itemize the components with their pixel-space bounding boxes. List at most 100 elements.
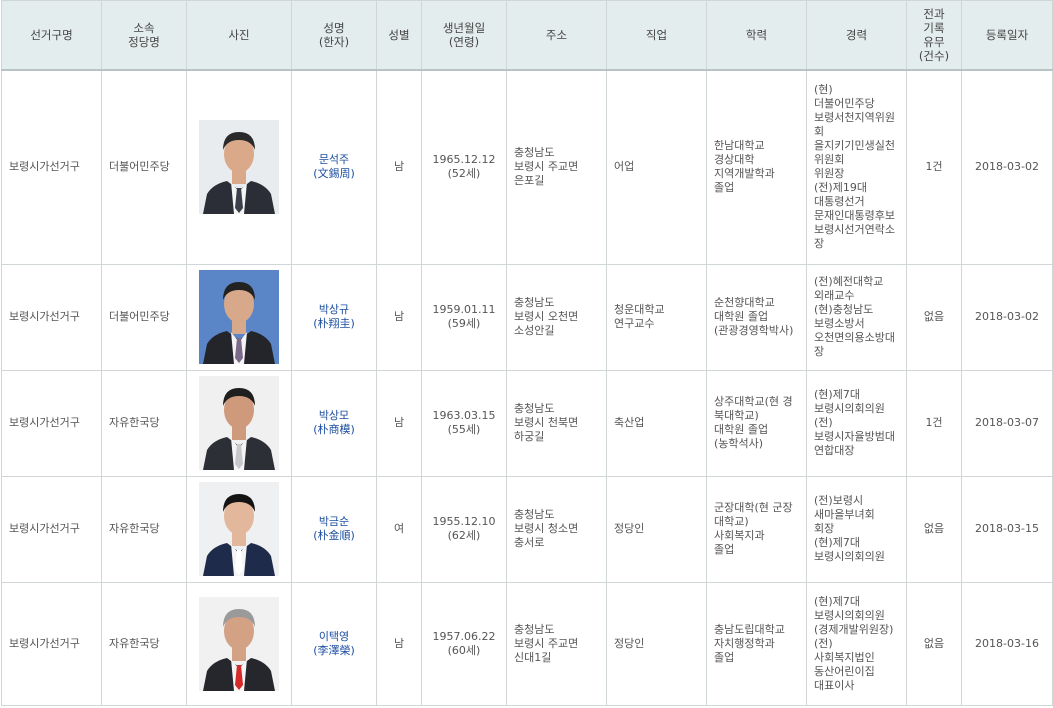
header-photo: 사진 — [186, 0, 292, 71]
portrait-image — [199, 482, 279, 576]
candidate-age: (59세) — [447, 317, 481, 330]
job-cell: 정당인 — [606, 475, 707, 583]
header-district: 선거구명 — [1, 0, 102, 71]
regdate-cell: 2018-03-15 — [961, 475, 1053, 583]
district-cell: 보령시가선거구 — [1, 369, 102, 477]
candidate-hanja[interactable]: (朴金順) — [299, 529, 369, 543]
header-party: 소속 정당명 — [101, 0, 187, 71]
party-cell: 자유한국당 — [101, 475, 187, 583]
career-cell: (현)제7대 보령시의회의원 (전) 보령시자율방범대 연합대장 — [806, 369, 907, 477]
candidate-photo[interactable] — [199, 120, 279, 215]
candidate-age: (60세) — [447, 643, 481, 657]
record-cell: 1건 — [906, 69, 962, 265]
name-cell[interactable]: 문석주 (文錫周) — [291, 69, 377, 265]
education-cell: 충남도립대학교 자치행정학과 졸업 — [706, 581, 807, 706]
gender-cell: 남 — [376, 369, 422, 477]
candidate-hanja[interactable]: (文錫周) — [299, 167, 369, 181]
table-row: 보령시가선거구 자유한국당 이택영 (李澤榮) 남 1957.06.22 (60… — [1, 581, 1053, 706]
job-cell: 어업 — [606, 69, 707, 265]
career-cell: (현) 더불어민주당 보령서천지역위원회 을지키기민생실천위원회 위원장 (전)제19대 대… — [806, 69, 907, 265]
education-cell: 한남대학교 경상대학 지역개발학과 졸업 — [706, 69, 807, 265]
name-cell[interactable]: 박상모 (朴商模) — [291, 369, 377, 477]
job-cell: 청운대학교 연구교수 — [606, 263, 707, 371]
birth-cell: 1955.12.10 (62세) — [421, 475, 507, 583]
table-row: 보령시가선거구 더불어민주당 문석주 (文錫周) 남 1965.12.12 (5… — [1, 69, 1053, 265]
district-cell: 보령시가선거구 — [1, 581, 102, 706]
gender-cell: 여 — [376, 475, 422, 583]
candidate-name[interactable]: 박상규 — [299, 303, 369, 317]
header-regdate: 등록일자 — [961, 0, 1053, 71]
birth-cell: 1963.03.15 (55세) — [421, 369, 507, 477]
district-cell: 보령시가선거구 — [1, 475, 102, 583]
record-cell: 1건 — [906, 369, 962, 477]
party-cell: 자유한국당 — [101, 369, 187, 477]
party-cell: 더불어민주당 — [101, 69, 187, 265]
career-cell: (전)보령시 새마을부녀회 회장 (현)제7대 보령시의회의원 — [806, 475, 907, 583]
party-cell: 더불어민주당 — [101, 263, 187, 371]
record-cell: 없음 — [906, 263, 962, 371]
header-address: 주소 — [506, 0, 607, 71]
birth-date: 1965.12.12 — [432, 153, 496, 167]
birth-date: 1959.01.11 — [432, 303, 496, 316]
address-cell: 충청남도 보령시 천북면 하궁길 — [506, 369, 607, 477]
birth-date: 1957.06.22 — [432, 629, 496, 643]
name-cell[interactable]: 박금순 (朴金順) — [291, 475, 377, 583]
regdate-cell: 2018-03-02 — [961, 69, 1053, 265]
birth-cell: 1957.06.22 (60세) — [421, 581, 507, 706]
portrait-image — [199, 120, 279, 215]
birth-date: 1963.03.15 — [432, 409, 496, 422]
photo-cell — [186, 475, 292, 583]
record-cell: 없음 — [906, 581, 962, 706]
header-job: 직업 — [606, 0, 707, 71]
photo-cell — [186, 581, 292, 706]
district-cell: 보령시가선거구 — [1, 69, 102, 265]
photo-cell — [186, 369, 292, 477]
birth-date: 1955.12.10 — [432, 515, 496, 528]
candidate-name[interactable]: 박금순 — [299, 515, 369, 529]
name-cell[interactable]: 이택영 (李澤榮) — [291, 581, 377, 706]
candidate-age: (62세) — [447, 529, 481, 542]
header-education: 학력 — [706, 0, 807, 71]
candidate-table: 선거구명 소속 정당명 사진 성명 (한자) 성별 생년월일 (연령) 주소 직업 학… — [1, 0, 1053, 706]
name-cell[interactable]: 박상규 (朴翔圭) — [291, 263, 377, 371]
regdate-cell: 2018-03-07 — [961, 369, 1053, 477]
portrait-image — [199, 376, 279, 470]
record-cell: 없음 — [906, 475, 962, 583]
photo-cell — [186, 69, 292, 265]
career-cell: (현)제7대 보령시의회의원 (경제개발위원장) (전) 사회복지법인 동산어린이집 대표이… — [806, 581, 907, 706]
education-cell: 순천향대학교 대학원 졸업 (관광경영학박사) — [706, 263, 807, 371]
header-birth: 생년월일 (연령) — [421, 0, 507, 71]
education-cell: 상주대학교(현 경북대학교) 대학원 졸업 (농학석사) — [706, 369, 807, 477]
portrait-image — [199, 596, 279, 691]
career-cell: (전)혜전대학교 외래교수 (현)충청남도 보령소방서 오천면의용소방대장 — [806, 263, 907, 371]
candidate-name[interactable]: 이택영 — [299, 630, 369, 644]
education-cell: 군장대학(현 군장대학교) 사회복지과 졸업 — [706, 475, 807, 583]
header-row: 선거구명 소속 정당명 사진 성명 (한자) 성별 생년월일 (연령) 주소 직업 학… — [1, 0, 1053, 71]
address-cell: 충청남도 보령시 청소면 충서로 — [506, 475, 607, 583]
header-gender: 성별 — [376, 0, 422, 71]
candidate-photo[interactable] — [199, 270, 279, 364]
address-cell: 충청남도 보령시 주교면 은포길 — [506, 69, 607, 265]
table-row: 보령시가선거구 자유한국당 박상모 (朴商模) 남 1963.03.15 (55… — [1, 369, 1053, 477]
birth-cell: 1965.12.12 (52세) — [421, 69, 507, 265]
job-cell: 정당인 — [606, 581, 707, 706]
gender-cell: 남 — [376, 581, 422, 706]
candidate-hanja[interactable]: (李澤榮) — [299, 644, 369, 658]
candidate-photo[interactable] — [199, 376, 279, 470]
regdate-cell: 2018-03-16 — [961, 581, 1053, 706]
candidate-name[interactable]: 박상모 — [299, 409, 369, 423]
gender-cell: 남 — [376, 69, 422, 265]
candidate-photo[interactable] — [199, 482, 279, 576]
regdate-cell: 2018-03-02 — [961, 263, 1053, 371]
photo-cell — [186, 263, 292, 371]
party-cell: 자유한국당 — [101, 581, 187, 706]
candidate-name[interactable]: 문석주 — [299, 153, 369, 167]
candidate-age: (52세) — [447, 167, 481, 181]
candidate-hanja[interactable]: (朴翔圭) — [299, 317, 369, 331]
district-cell: 보령시가선거구 — [1, 263, 102, 371]
candidate-hanja[interactable]: (朴商模) — [299, 423, 369, 437]
job-cell: 축산업 — [606, 369, 707, 477]
address-cell: 충청남도 보령시 오천면 소성안길 — [506, 263, 607, 371]
candidate-photo[interactable] — [199, 596, 279, 691]
table-row: 보령시가선거구 자유한국당 박금순 (朴金順) 여 1955.12.10 (62… — [1, 475, 1053, 583]
